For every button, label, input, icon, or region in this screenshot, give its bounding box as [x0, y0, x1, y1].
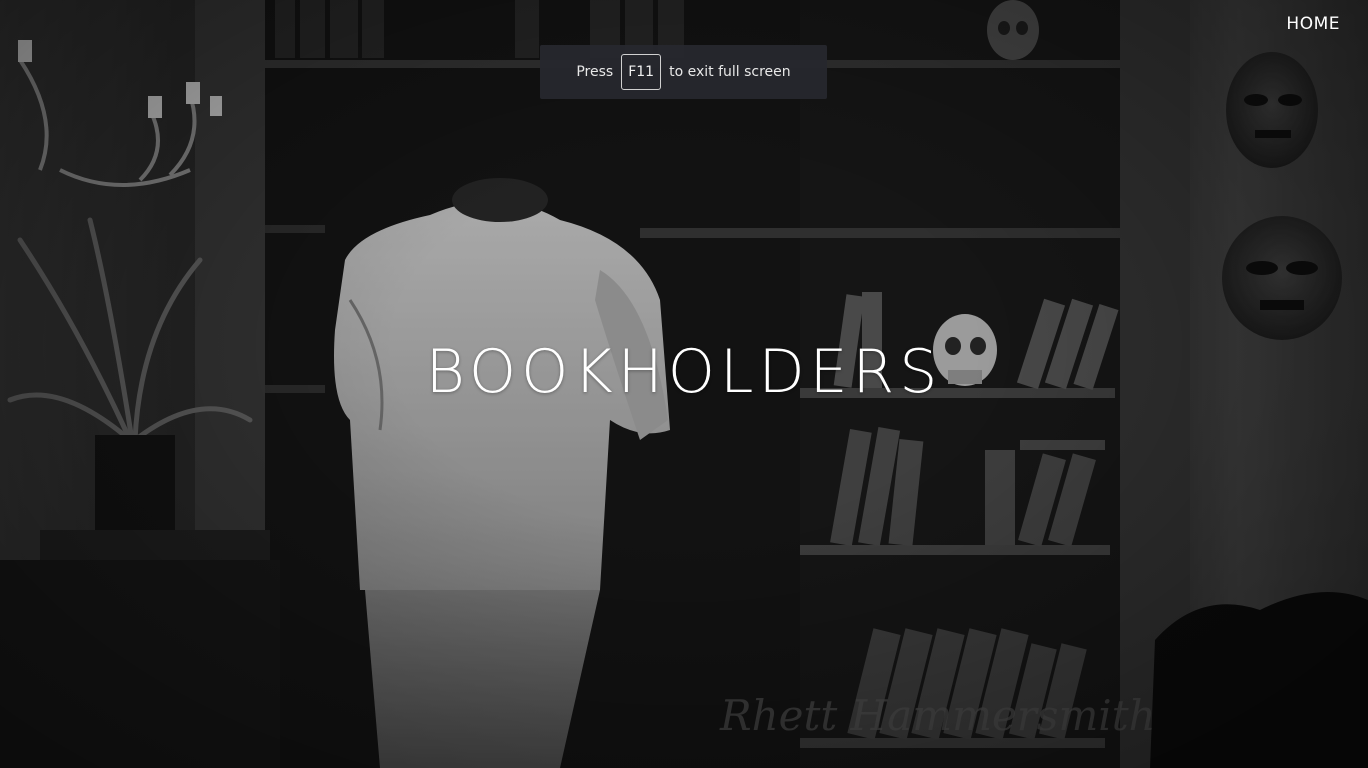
signature-watermark: Rhett Hammersmith [719, 691, 1156, 740]
f11-key-badge: F11 [621, 54, 662, 90]
fullscreen-exit-notice: Press F11 to exit full screen [540, 45, 827, 99]
fullscreen-notice-suffix: to exit full screen [669, 64, 791, 80]
fullscreen-notice-prefix: Press [576, 64, 614, 80]
fullscreen-stage: Rhett Hammersmith HOME Press F11 to exit… [0, 0, 1368, 768]
page-title: BOOKHOLDERS [425, 337, 943, 407]
home-link[interactable]: HOME [1286, 14, 1340, 34]
